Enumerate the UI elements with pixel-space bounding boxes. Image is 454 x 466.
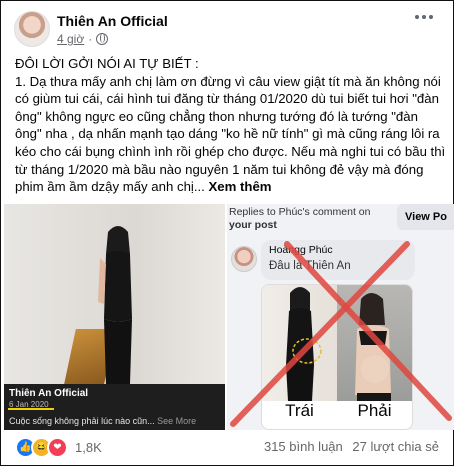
cross-overlay — [230, 241, 452, 427]
post-time[interactable]: 4 giờ — [57, 32, 84, 46]
post-text: ĐÔI LỜI GỞI NÓI AI TỰ BIẾT : 1. Dạ thưa … — [15, 55, 447, 196]
post-meta: 4 giờ · — [57, 32, 109, 46]
author-name[interactable]: Thiên An Official — [57, 13, 168, 29]
post-body-text: 1. Dạ thưa mấy anh chị làm ơn đừng vì câ… — [15, 73, 446, 195]
post-photo-right[interactable]: Replies to Phúc's comment on your post V… — [227, 204, 454, 430]
woman-figure — [98, 226, 132, 384]
shares-count[interactable]: 27 lượt chia sẻ — [352, 439, 439, 454]
post-body: 1. Dạ thưa mấy anh chị làm ơn đừng vì câ… — [15, 73, 447, 196]
yellow-underline — [8, 408, 54, 410]
post-card: Thiên An Official 4 giờ · ĐÔI LỜI GỞI NÓ… — [0, 0, 454, 466]
see-more-link[interactable]: Xem thêm — [209, 179, 272, 194]
card-caption: Cuộc sống không phải lúc nào cũn... See … — [9, 416, 197, 426]
post-heading: ĐÔI LỜI GỞI NÓI AI TỰ BIẾT : — [15, 56, 199, 71]
post-stats: 315 bình luận 27 lượt chia sẻ — [264, 439, 439, 454]
author-avatar[interactable] — [14, 11, 50, 47]
love-icon: ❤ — [47, 437, 68, 458]
reaction-count: 1,8K — [75, 440, 102, 455]
card-name: Thiên An Official — [9, 388, 89, 399]
reactions-summary[interactable]: 👍 😆 ❤ 1,8K — [15, 437, 102, 458]
photo-card: Thiên An Official 6 Jan 2020 Cuộc sống k… — [4, 384, 225, 430]
comments-count[interactable]: 315 bình luận — [264, 439, 343, 454]
more-options-icon[interactable] — [415, 15, 433, 19]
globe-icon[interactable] — [96, 33, 109, 45]
card-see-more: See More — [157, 416, 197, 426]
post-photo-left[interactable]: Thiên An Official 6 Jan 2020 Cuộc sống k… — [4, 204, 225, 430]
separator-dot: · — [88, 32, 93, 46]
